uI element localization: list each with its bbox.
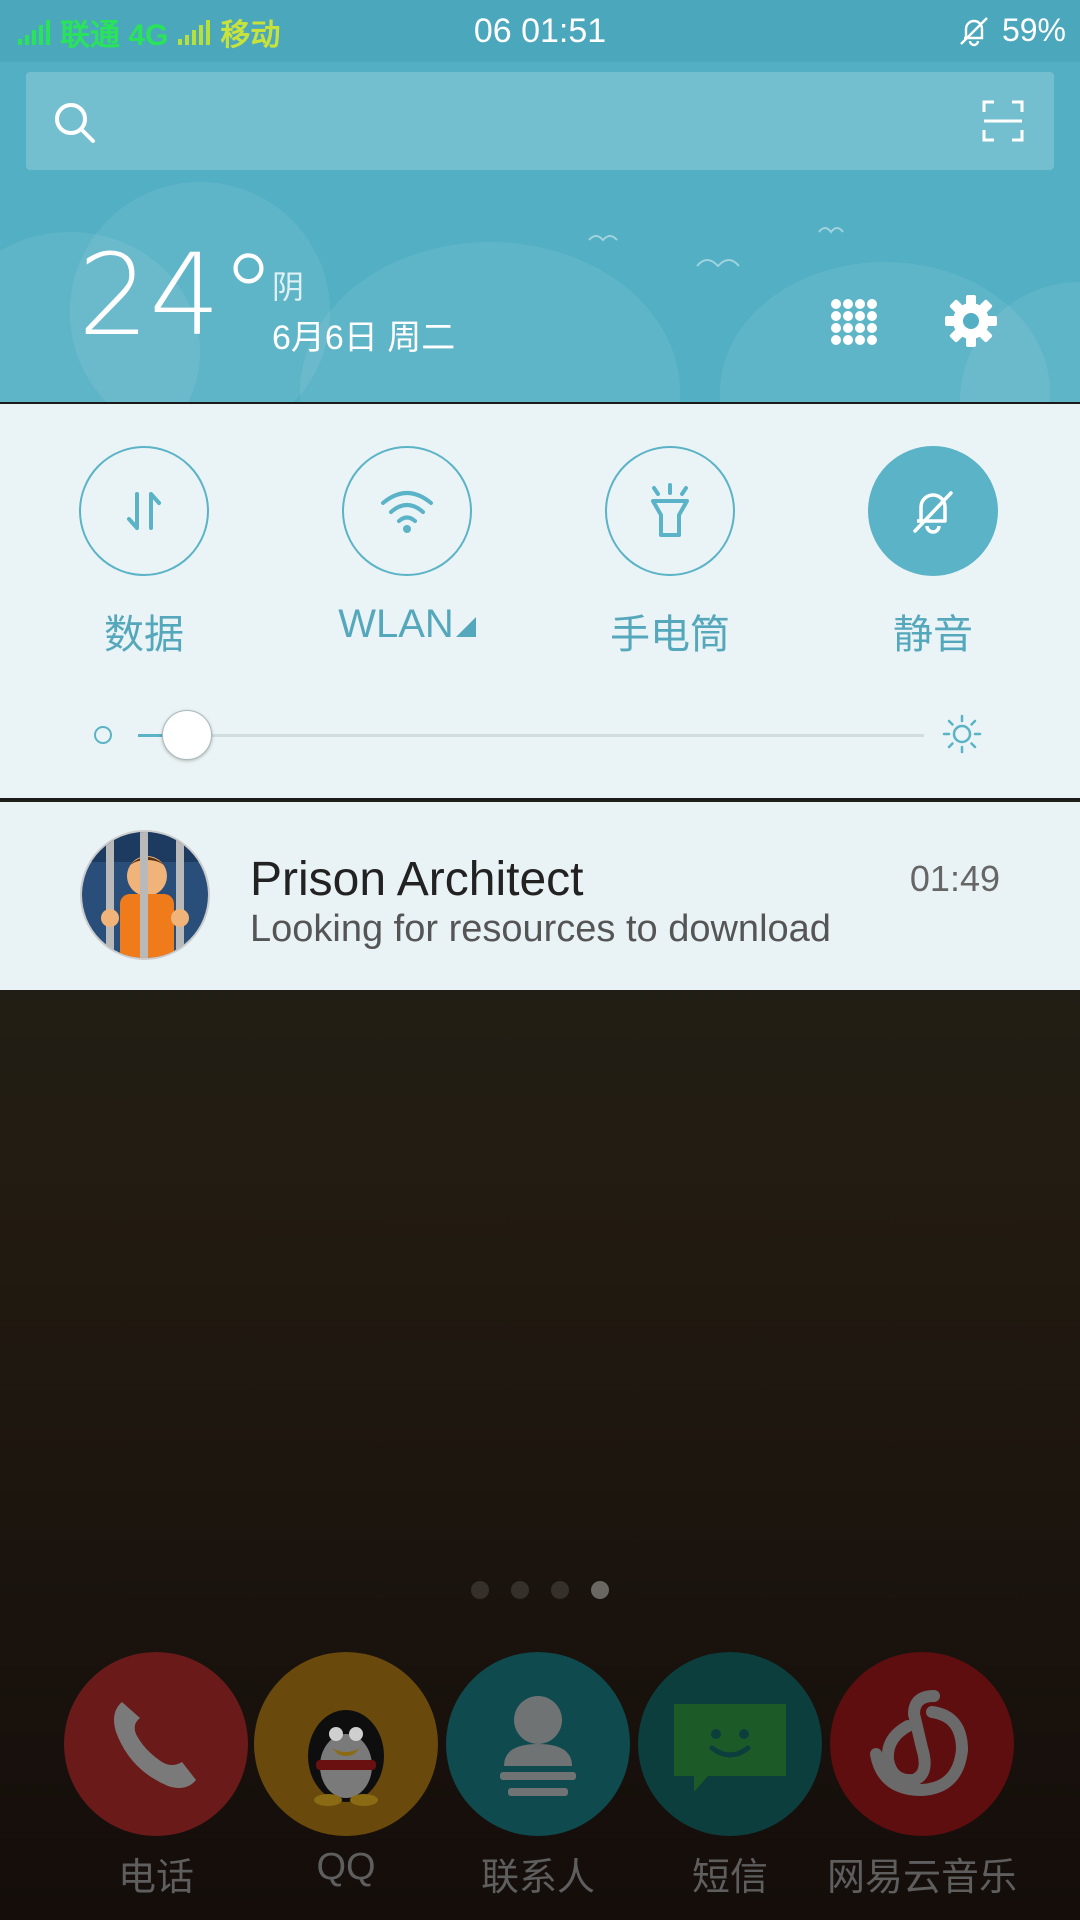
toggle-label: WLAN [338, 602, 454, 646]
page-indicator [0, 1581, 1080, 1599]
apps-grid-icon[interactable] [830, 298, 878, 346]
page-dot[interactable] [471, 1581, 489, 1599]
dock-label: 网易云音乐 [826, 1857, 1017, 1899]
prison-architect-app-icon [80, 830, 210, 960]
brightness-track[interactable] [138, 734, 924, 737]
toggle-wlan[interactable]: WLAN [307, 446, 507, 647]
page-dot[interactable] [511, 1581, 529, 1599]
notification-card[interactable]: Prison Architect 01:49 Looking for resou… [0, 802, 1080, 990]
expand-triangle-icon[interactable] [455, 617, 476, 637]
brightness-low-icon [94, 726, 112, 744]
notification-title: Prison Architect [250, 853, 584, 906]
dock: 电话 QQ 联系人 短信 网易云音乐 [0, 1652, 1080, 1912]
mute-icon [913, 491, 953, 534]
weather-condition: 阴 [272, 269, 305, 305]
wifi-icon [381, 491, 433, 533]
bird-decoration [588, 235, 618, 242]
gear-icon[interactable] [944, 294, 998, 348]
netease-music-icon [830, 1652, 1014, 1836]
search-bar[interactable] [26, 72, 1054, 170]
flashlight-icon [651, 483, 689, 537]
sms-icon [638, 1652, 822, 1836]
qq-penguin-icon [254, 1652, 438, 1836]
dock-app-netease-music[interactable]: 网易云音乐 [822, 1652, 1022, 1901]
bird-decoration [818, 227, 844, 234]
notification-time: 01:49 [909, 858, 1000, 899]
weather-date: 6月6日 周二 [272, 319, 456, 357]
toggle-label: 静音 [893, 613, 973, 657]
status-bar: 联通 4G 移动 06 01:51 59% [0, 0, 1080, 62]
dock-label: 短信 [691, 1857, 768, 1899]
search-icon [55, 103, 95, 143]
page-dot-active[interactable] [591, 1581, 609, 1599]
scan-icon[interactable] [982, 100, 1024, 142]
toggle-label: 手电筒 [610, 613, 730, 657]
brightness-thumb[interactable] [162, 710, 213, 760]
dock-app-phone[interactable]: 电话 [56, 1652, 256, 1901]
toggle-mute[interactable]: 静音 [833, 446, 1033, 660]
dock-app-sms[interactable]: 短信 [630, 1652, 830, 1901]
weather-temperature[interactable]: 24° [78, 240, 277, 352]
mute-icon [960, 16, 988, 46]
toggle-label: 数据 [104, 613, 184, 657]
data-icon [127, 492, 161, 530]
contacts-icon [446, 1652, 630, 1836]
phone-icon [64, 1652, 248, 1836]
toggle-data[interactable]: 数据 [44, 446, 244, 660]
battery-percent: 59% [1001, 12, 1066, 48]
dock-app-qq[interactable]: QQ [246, 1652, 446, 1889]
status-time: 06 01:51 [473, 12, 607, 50]
quick-settings-panel: 数据 WLAN 手电筒 静音 [0, 402, 1080, 800]
toggle-flashlight[interactable]: 手电筒 [570, 446, 770, 660]
dock-label: 联系人 [480, 1857, 595, 1899]
bird-decoration [696, 259, 740, 268]
dock-label: QQ [316, 1846, 376, 1888]
dock-app-contacts[interactable]: 联系人 [438, 1652, 638, 1901]
dock-label: 电话 [117, 1857, 194, 1899]
page-dot[interactable] [551, 1581, 569, 1599]
brightness-high-icon [942, 714, 982, 754]
notification-body: Looking for resources to download [250, 908, 831, 950]
brightness-slider[interactable] [94, 704, 994, 764]
notification-header: 24° 阴 6月6日 周二 [0, 62, 1080, 402]
